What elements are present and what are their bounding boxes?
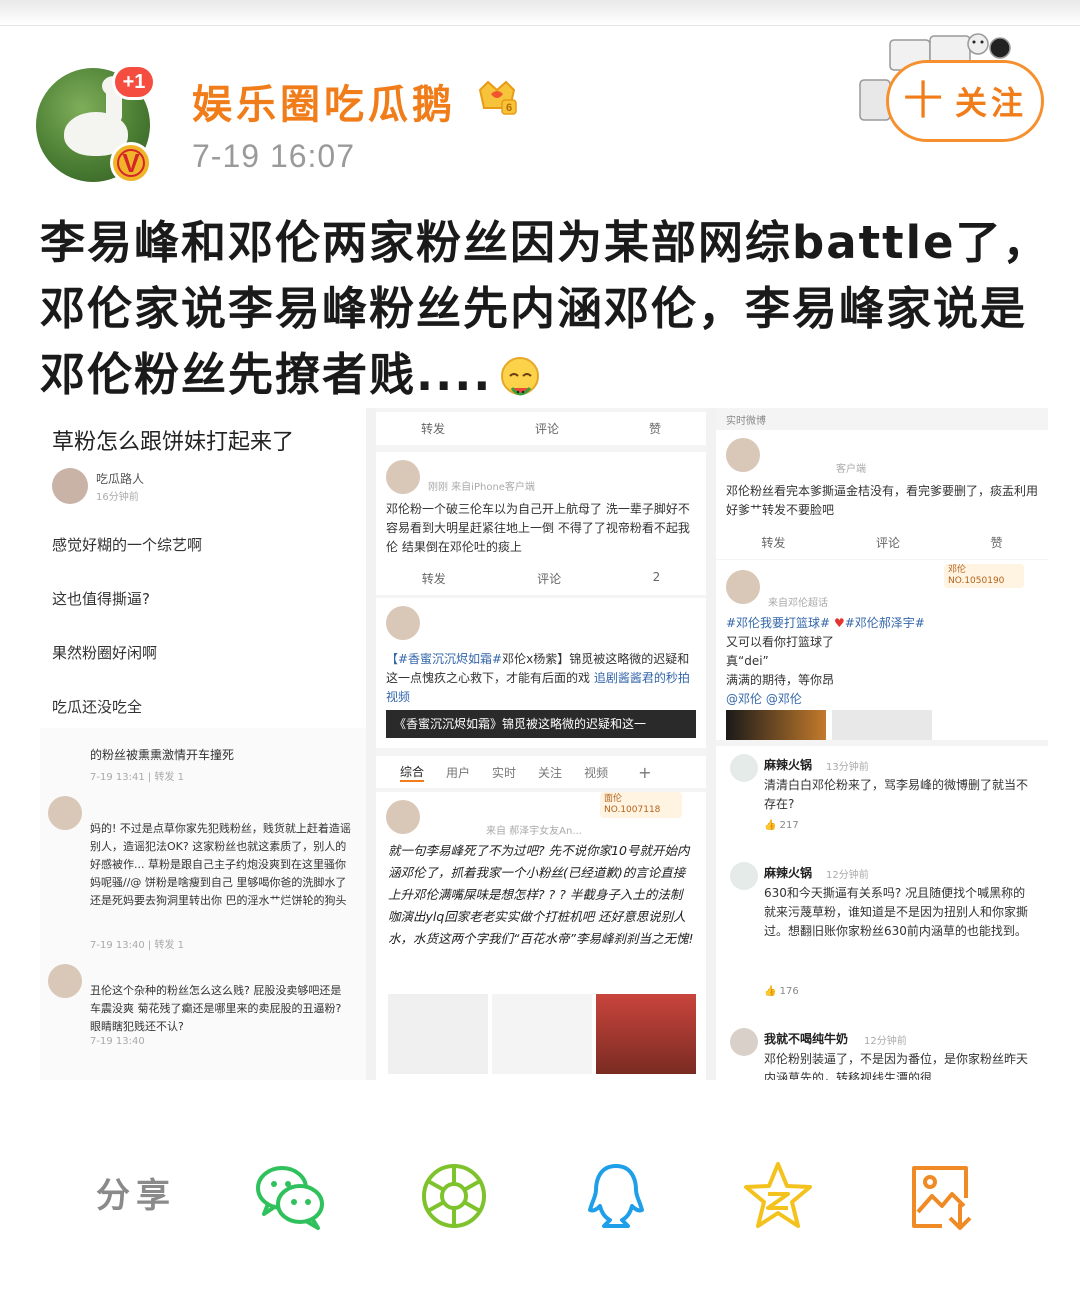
share-label: 分享 [96,1176,176,1216]
post-source: 来自 郝泽宇女友An... [486,826,582,837]
action-bar: 转发 评论 2 [376,562,706,595]
commenter-name[interactable]: 麻辣火锅 [764,864,812,881]
comment-likes: 👍 176 [764,986,799,997]
comment-time: 12分钟前 [826,870,869,881]
avatar [726,570,760,604]
avatar [386,460,420,494]
avatar [730,754,758,782]
avatar [52,468,88,504]
melon-eating-emoji-icon [501,357,540,396]
qzone-icon[interactable] [742,1160,814,1232]
wechat-icon[interactable] [254,1160,326,1232]
verified-v-icon: V [110,142,152,184]
screenshot-thumbnail[interactable] [388,994,488,1074]
hashtag[interactable]: #邓伦我要打篮球# [726,616,830,630]
comment-time: 12分钟前 [864,1036,907,1047]
comment-text: 的粉丝被熏熏激情开车撞死 [90,748,235,762]
avatar [726,438,760,472]
screenshot-thumbnail[interactable] [596,994,696,1074]
collage-panel-weibo-feed: 转发 评论 赞 刚刚 来自iPhone客户端 邓伦粉一个破三伦车以为自己开上航母… [376,408,706,1080]
plus-icon: 十 [902,78,947,124]
feed-post-text: 【#香蜜沉沉烬如霜#邓伦x杨紫】锦觅被这略微的迟疑和这一点愧疚之心救下，才能有后… [386,652,690,704]
comment-likes: 👍 217 [764,820,799,831]
forum-line: 感觉好糊的一个综艺啊 [52,536,203,554]
section-header: 实时微博 [726,416,766,427]
screenshot-thumbnail[interactable] [492,994,592,1074]
top-status-strip [0,0,1080,26]
avatar [48,796,82,830]
avatar [386,800,420,834]
repost-label: 转发 [420,422,445,436]
avatar [730,862,758,890]
comment-text: 邓伦粉别装逼了，不是因为番位，是你家粉丝昨天内涵草先的，转移视线生潭的很 [764,1052,1029,1080]
video-caption[interactable]: 《香蜜沉沉烬如霜》锦觅被这略微的迟疑和这一 [386,710,696,738]
post-text-body: 李易峰和邓伦两家粉丝因为某部网综battle了，邓伦家说李易峰粉丝先内涵邓伦，李… [40,216,1050,401]
post-source: 刚刚 来自iPhone客户端 [428,482,535,493]
comment-text: 妈的! 不过是点草你家先犯贱粉丝，贱货就上赶着造谣别人，造谣犯法OK? 这家粉丝… [90,822,351,907]
user-name[interactable]: 娱乐圈吃瓜鹅 [192,72,456,130]
vip-crown-icon: 6 [478,80,517,115]
search-tabs: 综合 用户 实时 关注 视频 + [376,756,706,788]
post-time: 7-19 16:07 [192,138,356,174]
comment-meta: 7-19 13:40 | 转发 1 [90,940,184,951]
tab-follow[interactable]: 关注 [538,764,562,781]
feed-post-text: 邓伦粉丝看完本爹撕逼金桔没有，看完爹要删了，痰盂利用好爹艹转发不要脸吧 [726,484,1039,517]
photo-thumbnail[interactable] [832,710,932,740]
comment-text: 丑伦这个杂种的粉丝怎么这么贱? 屁股没卖够吧还是车震没爽 菊花残了癫还是哪里来的… [90,984,342,1033]
comment-label: 评论 [534,422,559,436]
avatar [730,1028,758,1056]
comment-meta: 7-19 13:41 | 转发 1 [90,772,184,783]
post-source: 来自邓伦超话 [768,598,828,609]
hashtag[interactable]: #邓伦郝泽宇# [845,616,925,630]
forum-author: 吃瓜路人 [96,472,145,486]
qq-icon[interactable] [580,1160,652,1232]
post-source: 客户端 [836,464,866,475]
follow-button[interactable]: 十 关注 [886,60,1044,142]
like-count: 2 [652,570,661,584]
commenter-name[interactable]: 我就不喝纯牛奶 [764,1030,848,1047]
forum-title: 草粉怎么跟饼妹打起来了 [52,430,295,455]
action-bar: 转发 评论 赞 [376,412,706,445]
follow-label: 关注 [954,84,1027,122]
comment-meta: 7-19 13:40 [90,1036,145,1047]
like-label: 赞 [648,422,661,436]
new-badge: +1 [112,64,156,100]
forum-line: 果然粉圈好闲啊 [52,644,158,662]
forum-line: 吃瓜还没吃全 [52,698,143,716]
comment-time: 13分钟前 [826,762,869,773]
feed-post-text: #邓伦我要打篮球# ♥#邓伦郝泽宇# 又可以看你打篮球了 真“dei” 满满的期… [726,616,925,706]
feed-post-text: 邓伦粉一个破三伦车以为自己开上航母了 洗一辈子脚好不容易看到大明星赶紧往地上一倒… [386,502,690,554]
forum-line: 这也值得撕逼? [52,590,150,608]
avatar [386,606,420,640]
tab-video[interactable]: 视频 [584,764,608,781]
save-image-icon[interactable] [906,1160,978,1232]
photo-thumbnail[interactable] [726,710,826,740]
add-tab-icon[interactable]: + [638,763,651,782]
action-bar: 转发 评论 赞 [716,526,1048,559]
fan-badge: 邓伦 NO.1050190 [944,564,1024,588]
tab-all[interactable]: 综合 [400,763,425,782]
fan-badge: 面伦 NO.1007118 [600,792,682,818]
comment-text: 清清白白邓伦粉来了，骂李易峰的微博删了就当不存在? [764,778,1029,811]
post-text: 李易峰和邓伦两家粉丝因为某部网综battle了，邓伦家说李易峰粉丝先内涵邓伦，李… [40,210,1050,408]
tab-realtime[interactable]: 实时 [492,764,516,781]
commenter-name[interactable]: 麻辣火锅 [764,756,812,773]
collage-panel-weibo-comments: 实时微博 客户端 邓伦粉丝看完本爹撕逼金桔没有，看完爹要删了，痰盂利用好爹艹转发… [716,408,1048,1080]
avatar [48,964,82,998]
screenshot-collage[interactable]: 草粉怎么跟饼妹打起来了 吃瓜路人 16分钟前 感觉好糊的一个综艺啊 这也值得撕逼… [40,408,1048,1080]
tab-users[interactable]: 用户 [446,764,470,781]
comment-text: 630和今天撕逼有关系吗? 况且随便找个喊黑称的就来污蔑草粉，谁知道是不是因为扭… [764,886,1029,938]
svg-text:6: 6 [506,102,512,114]
collage-panel-forum: 草粉怎么跟饼妹打起来了 吃瓜路人 16分钟前 感觉好糊的一个综艺啊 这也值得撕逼… [40,408,366,1080]
feed-post-text: 就一句李易峰死了不为过吧? 先不说你家10号就开始内涵邓伦了，抓着我家一个小粉丝… [388,843,694,946]
forum-author-time: 16分钟前 [96,492,139,503]
moments-icon[interactable] [418,1160,490,1232]
